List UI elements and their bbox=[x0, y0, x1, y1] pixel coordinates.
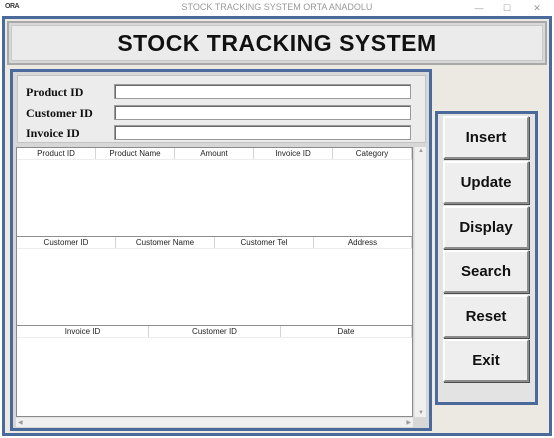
invoice-id-row: Invoice ID bbox=[18, 123, 425, 143]
column-header[interactable]: Product ID bbox=[17, 148, 96, 159]
horizontal-scrollbar[interactable]: ◀ ▶ bbox=[16, 417, 413, 427]
column-header[interactable]: Date bbox=[281, 326, 412, 337]
maximize-button[interactable]: ☐ bbox=[494, 0, 520, 16]
action-panel-inner: Insert Update Display Search Reset Exit bbox=[438, 114, 535, 402]
column-header[interactable]: Invoice ID bbox=[254, 148, 333, 159]
window-body: STOCK TRACKING SYSTEM Product ID Custome… bbox=[5, 19, 549, 433]
invoice-list-header: Invoice ID Customer ID Date bbox=[17, 326, 412, 338]
app-window: STOCK TRACKING SYSTEM Product ID Custome… bbox=[2, 16, 552, 436]
page-title: STOCK TRACKING SYSTEM bbox=[117, 29, 437, 56]
column-header[interactable]: Customer ID bbox=[149, 326, 281, 337]
input-form: Product ID Customer ID Invoice ID bbox=[17, 75, 426, 143]
header-inner: STOCK TRACKING SYSTEM bbox=[11, 25, 543, 61]
scroll-right-icon[interactable]: ▶ bbox=[406, 419, 411, 426]
insert-button[interactable]: Insert bbox=[443, 116, 529, 159]
data-panel-inner: Product ID Customer ID Invoice ID Produc… bbox=[13, 72, 429, 428]
column-header[interactable]: Customer ID bbox=[17, 237, 116, 248]
invoice-id-input[interactable] bbox=[114, 125, 411, 140]
invoice-id-label: Invoice ID bbox=[26, 126, 80, 140]
action-panel: Insert Update Display Search Reset Exit bbox=[435, 111, 538, 405]
product-list[interactable]: Product ID Product Name Amount Invoice I… bbox=[17, 148, 412, 237]
column-header[interactable]: Customer Name bbox=[116, 237, 215, 248]
lists-area: Product ID Product Name Amount Invoice I… bbox=[16, 147, 413, 417]
customer-list-header: Customer ID Customer Name Customer Tel A… bbox=[17, 237, 412, 249]
update-button[interactable]: Update bbox=[443, 161, 529, 204]
product-id-row: Product ID bbox=[18, 82, 425, 102]
reset-button[interactable]: Reset bbox=[443, 295, 529, 338]
exit-button[interactable]: Exit bbox=[443, 339, 529, 382]
invoice-list[interactable]: Invoice ID Customer ID Date bbox=[17, 326, 412, 415]
column-header[interactable]: Customer Tel bbox=[215, 237, 314, 248]
close-button[interactable]: ✕ bbox=[524, 0, 550, 16]
column-header[interactable]: Amount bbox=[175, 148, 254, 159]
product-list-header: Product ID Product Name Amount Invoice I… bbox=[17, 148, 412, 160]
column-header[interactable]: Category bbox=[333, 148, 412, 159]
customer-id-input[interactable] bbox=[114, 105, 411, 120]
column-header[interactable]: Product Name bbox=[96, 148, 175, 159]
search-button[interactable]: Search bbox=[443, 250, 529, 293]
display-button[interactable]: Display bbox=[443, 206, 529, 249]
customer-list[interactable]: Customer ID Customer Name Customer Tel A… bbox=[17, 237, 412, 326]
scroll-up-icon[interactable]: ▲ bbox=[415, 148, 427, 154]
data-panel: Product ID Customer ID Invoice ID Produc… bbox=[10, 69, 432, 431]
column-header[interactable]: Address bbox=[314, 237, 412, 248]
customer-id-label: Customer ID bbox=[26, 106, 93, 120]
scroll-left-icon[interactable]: ◀ bbox=[18, 419, 23, 426]
vertical-scrollbar[interactable]: ▲ ▼ bbox=[414, 147, 426, 417]
column-header[interactable]: Invoice ID bbox=[17, 326, 149, 337]
product-id-label: Product ID bbox=[26, 85, 84, 99]
customer-id-row: Customer ID bbox=[18, 103, 425, 123]
product-id-input[interactable] bbox=[114, 84, 411, 99]
header-panel: STOCK TRACKING SYSTEM bbox=[7, 21, 547, 65]
minimize-button[interactable]: — bbox=[466, 0, 492, 16]
scroll-down-icon[interactable]: ▼ bbox=[415, 410, 427, 416]
title-bar: ORA STOCK TRACKING SYSTEM ORTA ANADOLU —… bbox=[0, 0, 554, 16]
